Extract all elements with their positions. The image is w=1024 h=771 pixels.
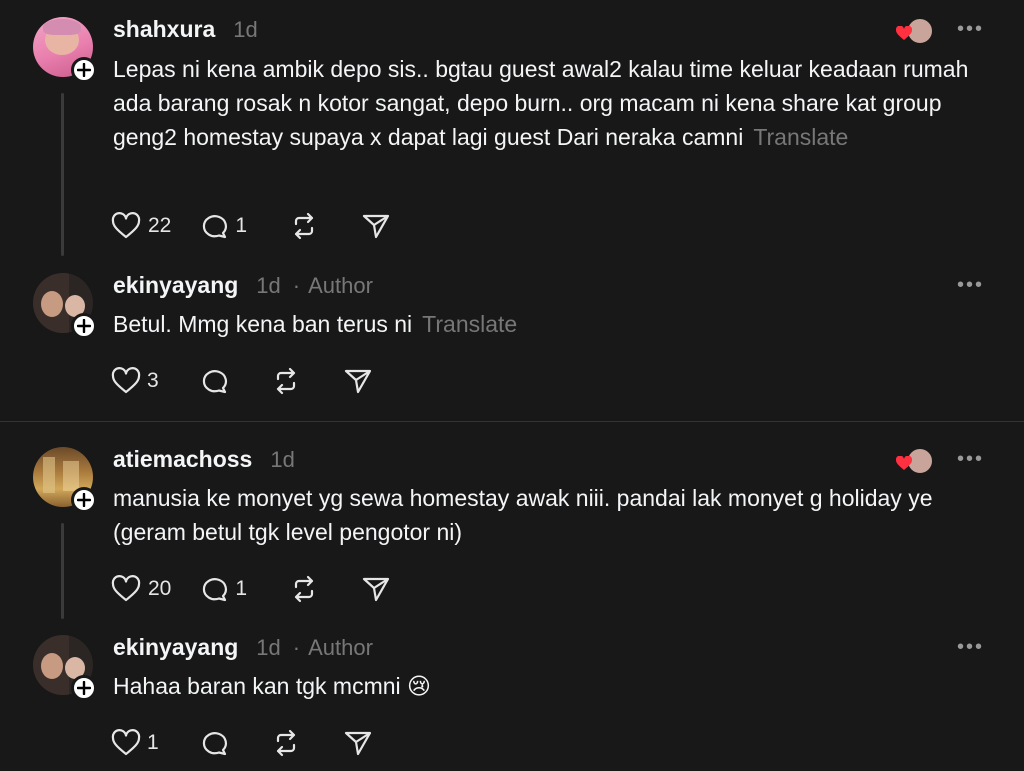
reply-icon <box>202 732 227 756</box>
divider <box>0 421 1024 422</box>
thread-line <box>61 93 64 256</box>
more-icon[interactable]: ••• <box>957 274 984 297</box>
timestamp: 1d <box>270 447 295 472</box>
username[interactable]: shahxura <box>113 16 215 43</box>
like-button[interactable]: 1 <box>111 729 159 757</box>
timestamp: 1d <box>256 635 281 660</box>
reply-count: 1 <box>235 214 248 237</box>
share-icon <box>344 369 371 394</box>
repost-button[interactable] <box>289 212 319 240</box>
username[interactable]: atiemachoss <box>113 446 252 473</box>
heart-icon <box>896 26 912 40</box>
repost-button[interactable] <box>271 367 301 395</box>
username[interactable]: ekinyayang <box>113 634 238 661</box>
repost-icon <box>294 212 314 240</box>
share-icon <box>362 577 390 602</box>
author-tag: Author <box>308 273 373 298</box>
share-icon <box>362 214 390 239</box>
repost-button[interactable] <box>271 729 301 757</box>
heart-icon <box>896 456 912 470</box>
reply-button[interactable] <box>199 729 229 757</box>
separator: · <box>292 635 301 660</box>
repost-button[interactable] <box>289 575 319 603</box>
reply-count: 1 <box>235 577 248 600</box>
reply-icon <box>203 578 228 602</box>
translate-link[interactable]: Translate <box>422 311 517 337</box>
reply-icon <box>203 215 228 239</box>
comment-text: manusia ke monyet yg sewa homestay awak … <box>113 485 933 545</box>
separator: · <box>292 273 301 298</box>
more-icon[interactable]: ••• <box>957 18 984 41</box>
reply-icon <box>202 370 227 394</box>
repost-icon <box>294 575 314 603</box>
like-button[interactable]: 3 <box>111 367 159 395</box>
reply-button[interactable]: 1 <box>199 575 247 603</box>
more-icon[interactable]: ••• <box>957 636 984 659</box>
heart-icon <box>111 212 141 239</box>
avatar[interactable] <box>33 17 97 83</box>
follow-plus-icon[interactable] <box>71 57 97 83</box>
comment-text: Betul. Mmg kena ban terus ni <box>113 311 413 337</box>
share-button[interactable] <box>361 575 391 603</box>
follow-plus-icon[interactable] <box>71 313 97 339</box>
reply-button[interactable]: 1 <box>199 212 247 240</box>
share-button[interactable] <box>343 367 373 395</box>
avatar[interactable] <box>33 635 97 701</box>
author-tag: Author <box>308 635 373 660</box>
reply-button[interactable] <box>199 367 229 395</box>
like-count: 22 <box>148 214 172 237</box>
share-icon <box>344 731 371 756</box>
translate-link[interactable]: Translate <box>753 124 848 150</box>
comment-text: Hahaa baran kan tgk mcmni 😢 <box>113 673 432 699</box>
heart-icon <box>111 367 141 394</box>
like-count: 20 <box>148 577 172 600</box>
liked-by-author-badge <box>896 17 934 45</box>
repost-icon <box>276 729 295 757</box>
thread-line <box>61 523 64 619</box>
like-count: 1 <box>147 731 159 754</box>
repost-icon <box>276 367 295 395</box>
share-button[interactable] <box>343 729 373 757</box>
liked-by-author-badge <box>896 447 934 475</box>
avatar[interactable] <box>33 273 97 339</box>
like-button[interactable]: 22 <box>111 212 171 240</box>
timestamp: 1d <box>233 17 258 42</box>
like-count: 3 <box>147 369 159 392</box>
follow-plus-icon[interactable] <box>71 675 97 701</box>
follow-plus-icon[interactable] <box>71 487 97 513</box>
like-button[interactable]: 20 <box>111 575 171 603</box>
username[interactable]: ekinyayang <box>113 272 238 299</box>
timestamp: 1d <box>256 273 281 298</box>
heart-icon <box>111 575 141 602</box>
heart-icon <box>111 729 141 756</box>
share-button[interactable] <box>361 212 391 240</box>
avatar[interactable] <box>33 447 97 513</box>
more-icon[interactable]: ••• <box>957 448 984 471</box>
